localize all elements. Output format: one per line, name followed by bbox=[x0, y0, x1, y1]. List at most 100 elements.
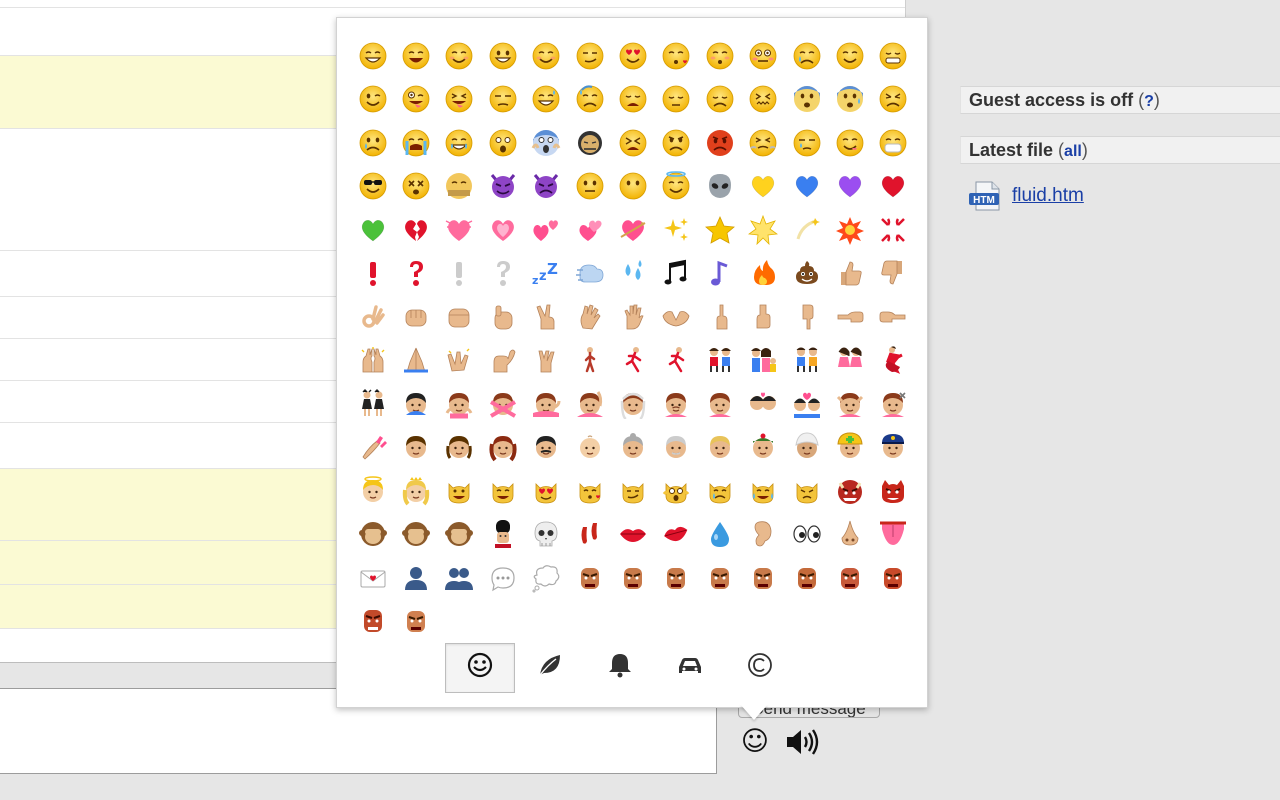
emoji-relieved-icon[interactable] bbox=[785, 34, 828, 78]
emoji-yellow-heart-icon[interactable] bbox=[655, 165, 698, 209]
emoji-couple-with-heart-icon[interactable] bbox=[655, 382, 698, 426]
emoji-heart-eyes-icon[interactable] bbox=[611, 34, 654, 78]
emoji-girl-icon[interactable] bbox=[872, 382, 915, 426]
emoji-person-frowning-icon[interactable] bbox=[525, 382, 568, 426]
sound-icon[interactable] bbox=[784, 726, 820, 758]
emoji-broken-heart-icon[interactable] bbox=[872, 165, 915, 209]
emoji-fearful-icon[interactable] bbox=[785, 78, 828, 122]
emoji-nose-icon[interactable] bbox=[698, 513, 741, 557]
emoji-laughing-icon[interactable] bbox=[394, 34, 437, 78]
emoji-sweat-drops-icon[interactable] bbox=[568, 252, 611, 296]
emoji-man-with-gua-pi-mao-icon[interactable] bbox=[611, 426, 654, 470]
emoji-ear-icon[interactable] bbox=[611, 513, 654, 557]
emoji-couple-icon[interactable] bbox=[568, 339, 611, 383]
emoji-ok-woman-icon[interactable] bbox=[828, 339, 871, 383]
emoji-purple-heart-icon[interactable] bbox=[742, 165, 785, 209]
emoji-two-hearts-icon[interactable] bbox=[438, 208, 481, 252]
emoji-yum-icon[interactable] bbox=[785, 121, 828, 165]
emoji-category-tab-smiley[interactable] bbox=[445, 643, 515, 693]
emoji-triumph-icon[interactable] bbox=[698, 121, 741, 165]
emoji-no-mouth-icon[interactable] bbox=[525, 165, 568, 209]
emoji-sparkling-heart-icon[interactable] bbox=[568, 208, 611, 252]
emoji-eyes-icon[interactable] bbox=[655, 513, 698, 557]
emoji-woman-icon[interactable] bbox=[351, 426, 394, 470]
emoji-metal-icon[interactable] bbox=[438, 339, 481, 383]
emoji-grey-exclamation-icon[interactable] bbox=[394, 252, 437, 296]
emoji-dancer-icon[interactable] bbox=[742, 339, 785, 383]
emoji-boom-icon[interactable] bbox=[785, 208, 828, 252]
emoji-rage1-icon[interactable] bbox=[655, 556, 698, 600]
emoji-heartpulse-icon[interactable] bbox=[394, 208, 437, 252]
emoji-smile-cat-icon[interactable] bbox=[351, 469, 394, 513]
emoji-person-with-blond-hair-icon[interactable] bbox=[568, 426, 611, 470]
emoji-rage4-icon[interactable] bbox=[785, 556, 828, 600]
emoji-dizzy-icon[interactable] bbox=[742, 208, 785, 252]
emoji-speak-no-evil-icon[interactable] bbox=[872, 469, 915, 513]
emoji-fire-icon[interactable] bbox=[698, 252, 741, 296]
emoji-sparkles-icon[interactable] bbox=[611, 208, 654, 252]
emoji-poop-icon[interactable] bbox=[742, 252, 785, 296]
emoji-walking-icon[interactable] bbox=[481, 339, 524, 383]
emoji-scream-icon[interactable] bbox=[525, 121, 568, 165]
emoji-guardsman-icon[interactable] bbox=[351, 513, 394, 557]
emoji-v-icon[interactable] bbox=[438, 295, 481, 339]
emoji-question-icon[interactable] bbox=[351, 252, 394, 296]
emoji-blush-icon[interactable] bbox=[438, 34, 481, 78]
emoji-unamused-icon[interactable] bbox=[481, 78, 524, 122]
latest-file-item[interactable]: HTM fluid.htm bbox=[968, 180, 1084, 212]
emoji-nail-care-icon[interactable] bbox=[785, 382, 828, 426]
emoji-ok-hand-icon[interactable] bbox=[872, 252, 915, 296]
emoji-hurtrealbad-icon[interactable] bbox=[611, 556, 654, 600]
emoji-crying-cat-face-icon[interactable] bbox=[568, 469, 611, 513]
emoji-two-women-icon[interactable] bbox=[698, 339, 741, 383]
emoji-category-tab-bell[interactable] bbox=[585, 643, 655, 693]
emoji-cry-icon[interactable] bbox=[351, 121, 394, 165]
emoji-revolving-hearts-icon[interactable] bbox=[481, 208, 524, 252]
emoji-disappointed-icon[interactable] bbox=[698, 78, 741, 122]
emoji-smirk-icon[interactable] bbox=[568, 34, 611, 78]
emoji-notes-icon[interactable] bbox=[611, 252, 654, 296]
emoji-kissing-cat-icon[interactable] bbox=[438, 469, 481, 513]
emoji-star-icon[interactable] bbox=[655, 208, 698, 252]
emoji-lips-icon[interactable] bbox=[481, 513, 524, 557]
emoji-open-hands-icon[interactable] bbox=[568, 295, 611, 339]
emoji-cupid-icon[interactable] bbox=[525, 208, 568, 252]
emoji-feet-icon[interactable] bbox=[438, 513, 481, 557]
emoji-persevere-icon[interactable] bbox=[872, 78, 915, 122]
emoji-point-up-2-icon[interactable] bbox=[872, 295, 915, 339]
emoji-dancers-icon[interactable] bbox=[785, 339, 828, 383]
emoji-couplekiss-icon[interactable] bbox=[611, 382, 654, 426]
emoji-no-good-icon[interactable] bbox=[872, 339, 915, 383]
emoji-star2-icon[interactable] bbox=[698, 208, 741, 252]
all-files-link[interactable]: all bbox=[1064, 143, 1082, 160]
emoji-clap-icon[interactable] bbox=[351, 339, 394, 383]
emoji-family-icon[interactable] bbox=[611, 339, 654, 383]
emoji-picker-toggle-icon[interactable]: ☺ bbox=[739, 726, 771, 758]
emoji-tired-face-icon[interactable] bbox=[568, 121, 611, 165]
emoji-see-no-evil-icon[interactable] bbox=[785, 469, 828, 513]
emoji-busts-icon[interactable] bbox=[872, 513, 915, 557]
emoji-scream-cat-icon[interactable] bbox=[525, 469, 568, 513]
emoji-baby-icon[interactable] bbox=[438, 426, 481, 470]
emoji-goberserk-icon[interactable] bbox=[525, 556, 568, 600]
emoji-dash-icon[interactable]: zzZ bbox=[525, 252, 568, 296]
guest-access-help-link[interactable]: ? bbox=[1144, 93, 1154, 110]
emoji-thumbsdown-icon[interactable] bbox=[828, 252, 871, 296]
emoji-man-with-turban-icon[interactable] bbox=[655, 426, 698, 470]
emoji-japanese-ogre-icon[interactable] bbox=[698, 469, 741, 513]
emoji-grin-icon[interactable] bbox=[872, 34, 915, 78]
emoji-angry-icon[interactable] bbox=[611, 121, 654, 165]
emoji-joy-cat-icon[interactable] bbox=[611, 469, 654, 513]
emoji-sweat-icon[interactable] bbox=[568, 78, 611, 122]
emoji-love-letter-icon[interactable] bbox=[785, 513, 828, 557]
emoji-weary-icon[interactable] bbox=[611, 78, 654, 122]
emoji-innocent-icon[interactable] bbox=[568, 165, 611, 209]
emoji-shipit-icon[interactable] bbox=[351, 600, 394, 644]
emoji-sweat-smile-icon[interactable] bbox=[525, 78, 568, 122]
emoji-category-tab-leaf[interactable] bbox=[515, 643, 585, 693]
emoji-thumbsup-icon[interactable] bbox=[785, 252, 828, 296]
emoji-sob-icon[interactable] bbox=[394, 121, 437, 165]
emoji-boy-icon[interactable] bbox=[828, 382, 871, 426]
emoji-raised-hands-icon[interactable] bbox=[785, 295, 828, 339]
emoji-astonished-icon[interactable] bbox=[481, 121, 524, 165]
